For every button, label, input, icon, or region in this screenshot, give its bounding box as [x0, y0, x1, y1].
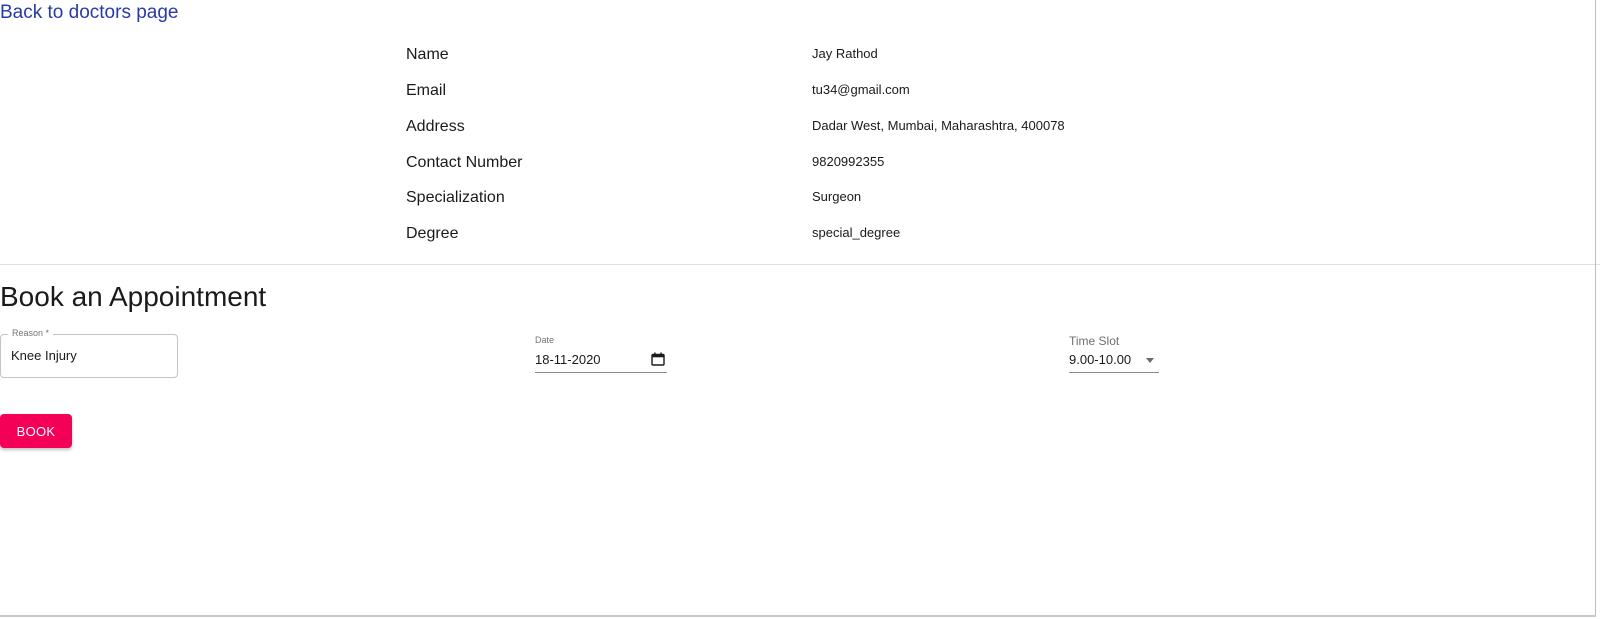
- calendar-icon[interactable]: [651, 352, 665, 366]
- reason-field[interactable]: Reason *: [0, 328, 178, 378]
- info-label: Degree: [406, 225, 459, 242]
- info-value: tu34@gmail.com: [812, 82, 910, 97]
- info-label: Contact Number: [406, 154, 523, 171]
- info-value: special_degree: [812, 225, 901, 240]
- back-to-doctors-link[interactable]: Back to doctors page: [0, 2, 179, 24]
- info-value: Surgeon: [812, 189, 862, 204]
- date-input[interactable]: 18-11-2020: [535, 350, 667, 373]
- info-label: Email: [406, 82, 447, 99]
- reason-label: Reason *: [8, 328, 54, 338]
- book-button[interactable]: BOOK: [0, 414, 72, 448]
- scroll-edge-bottom: [0, 615, 1596, 617]
- doctor-detail-page: Back to doctors page Name Jay Rathod Ema…: [0, 0, 1600, 619]
- info-label: Specialization: [406, 189, 505, 206]
- time-slot-label: Time Slot: [1069, 334, 1120, 348]
- date-value: 18-11-2020: [535, 352, 601, 367]
- info-label: Address: [406, 118, 465, 135]
- scroll-edge-right: [1595, 0, 1596, 617]
- section-divider: [0, 264, 1600, 265]
- info-value: 9820992355: [812, 154, 885, 169]
- page-title: Book an Appointment: [0, 281, 267, 312]
- info-label: Name: [406, 46, 449, 63]
- time-slot-select[interactable]: 9.00-10.00: [1069, 350, 1159, 373]
- date-label: Date: [535, 335, 555, 345]
- info-value: Dadar West, Mumbai, Maharashtra, 400078: [812, 118, 1065, 133]
- reason-input[interactable]: [11, 348, 171, 363]
- time-slot-value: 9.00-10.00: [1069, 352, 1132, 367]
- chevron-down-icon: [1146, 358, 1154, 363]
- info-value: Jay Rathod: [812, 46, 878, 61]
